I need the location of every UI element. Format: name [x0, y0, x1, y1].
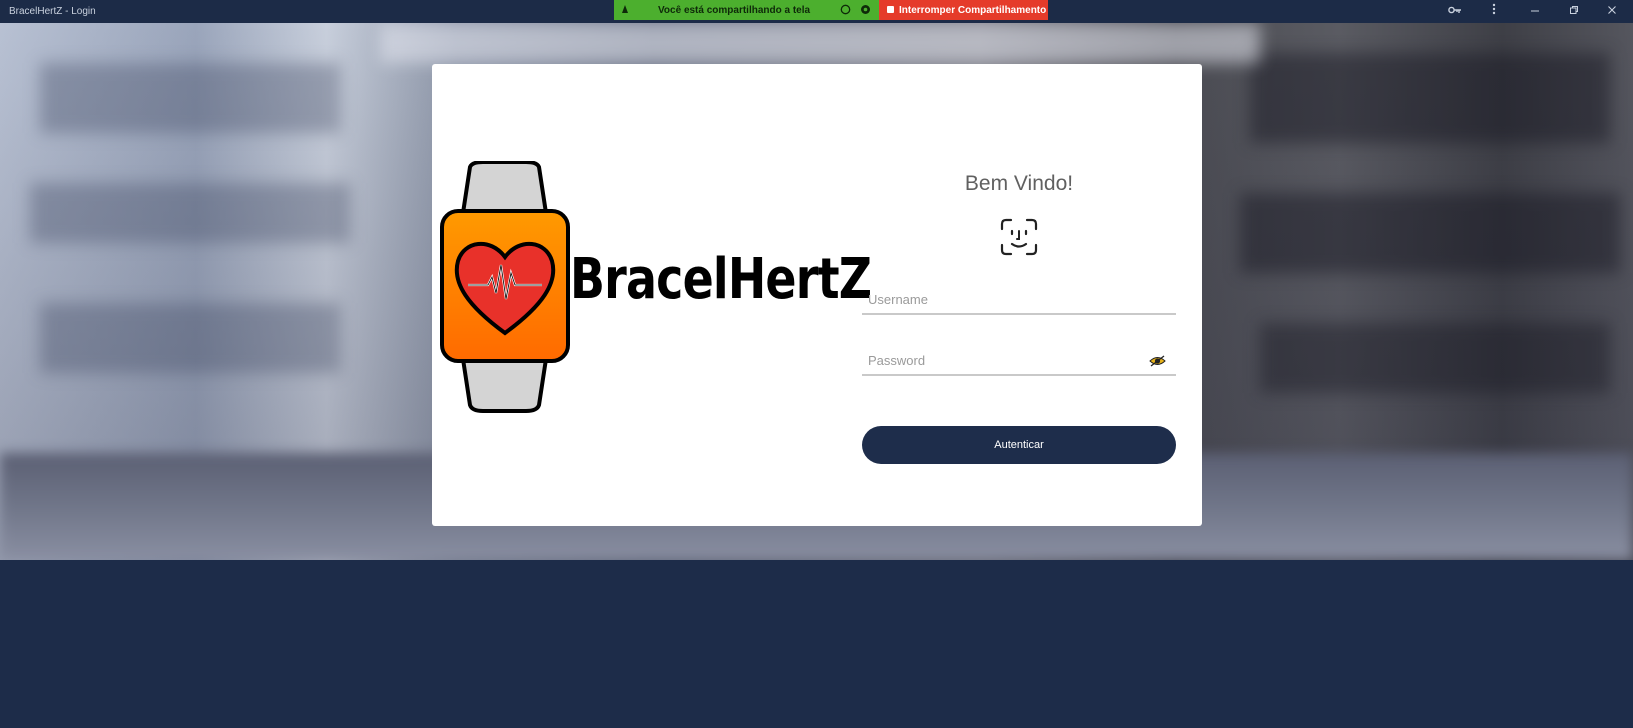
settings-icon[interactable]	[860, 4, 871, 18]
screen-share-status: Você está compartilhando a tela	[614, 0, 879, 20]
face-id-icon[interactable]	[1000, 218, 1038, 261]
stop-sharing-label: Interromper Compartilhamento	[899, 5, 1047, 16]
stop-icon	[887, 6, 894, 13]
password-field[interactable]	[862, 344, 1176, 376]
restore-icon[interactable]	[1565, 3, 1583, 19]
share-status-text: Você está compartilhando a tela	[658, 5, 811, 16]
more-vert-icon[interactable]	[1485, 3, 1503, 19]
window-title: BracelHertZ - Login	[9, 6, 96, 17]
authenticate-button[interactable]: Autenticar	[862, 426, 1176, 464]
key-icon[interactable]	[1446, 3, 1464, 19]
pause-icon[interactable]	[840, 4, 851, 18]
title-bar: BracelHertZ - Login Você está compartilh…	[0, 0, 1633, 23]
show-password-icon[interactable]	[1149, 354, 1166, 372]
share-icon	[620, 3, 630, 18]
stop-sharing-button[interactable]: Interromper Compartilhamento	[879, 0, 1048, 20]
login-card: BracelHertZ Bem Vindo! Autenticar	[432, 64, 1202, 526]
username-input[interactable]	[866, 287, 1140, 311]
close-icon[interactable]	[1603, 3, 1621, 19]
page-footer-area	[0, 560, 1633, 728]
password-input[interactable]	[866, 348, 1140, 372]
smartwatch-heart-logo	[438, 160, 572, 418]
username-field[interactable]	[862, 283, 1176, 315]
minimize-icon[interactable]	[1526, 3, 1544, 19]
welcome-heading: Bem Vindo!	[964, 172, 1074, 195]
brand-name: BracelHertZ	[570, 247, 872, 312]
